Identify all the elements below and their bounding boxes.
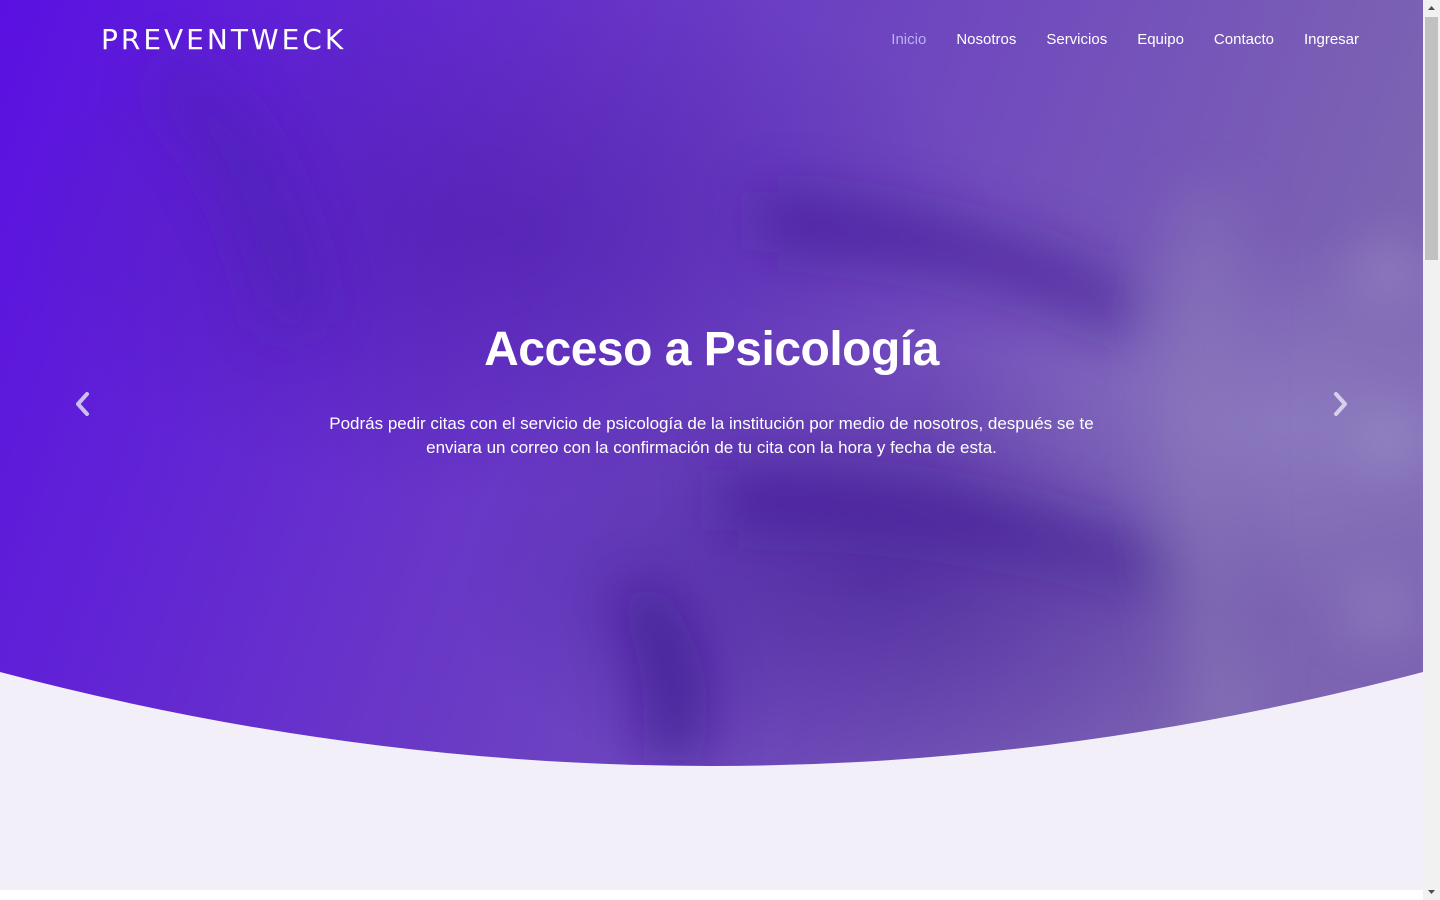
- triangle-up-icon: [1428, 6, 1435, 10]
- chevron-left-icon: [76, 392, 89, 416]
- carousel-next-button[interactable]: [1325, 388, 1355, 420]
- hero-slide-content: Acceso a Psicología Podrás pedir citas c…: [0, 322, 1423, 460]
- scroll-down-button[interactable]: [1423, 883, 1440, 900]
- scrollbar-thumb[interactable]: [1425, 17, 1438, 260]
- nav-link-contacto[interactable]: Contacto: [1214, 30, 1274, 50]
- nav-link-nosotros[interactable]: Nosotros: [956, 30, 1016, 50]
- hero-title: Acceso a Psicología: [484, 323, 939, 376]
- hero-carousel: PREVENTWECK Inicio Nosotros Servicios Eq…: [0, 0, 1423, 770]
- top-navbar: PREVENTWECK Inicio Nosotros Servicios Eq…: [0, 0, 1423, 80]
- page: PREVENTWECK Inicio Nosotros Servicios Eq…: [0, 0, 1440, 900]
- scroll-up-button[interactable]: [1423, 0, 1440, 17]
- brand-logo[interactable]: PREVENTWECK: [101, 22, 346, 58]
- nav-link-servicios[interactable]: Servicios: [1046, 30, 1107, 50]
- chevron-right-icon: [1334, 392, 1347, 416]
- carousel-prev-button[interactable]: [68, 388, 98, 420]
- nav-link-ingresar[interactable]: Ingresar: [1304, 30, 1359, 50]
- nav-link-equipo[interactable]: Equipo: [1137, 30, 1184, 50]
- main-menu: Inicio Nosotros Servicios Equipo Contact…: [861, 30, 1359, 50]
- next-section-edge: [0, 890, 1423, 900]
- nav-link-inicio[interactable]: Inicio: [891, 30, 926, 50]
- vertical-scrollbar[interactable]: [1423, 0, 1440, 900]
- triangle-down-icon: [1428, 890, 1435, 894]
- viewport: PREVENTWECK Inicio Nosotros Servicios Eq…: [0, 0, 1423, 900]
- hero-description: Podrás pedir citas con el servicio de ps…: [329, 414, 1094, 457]
